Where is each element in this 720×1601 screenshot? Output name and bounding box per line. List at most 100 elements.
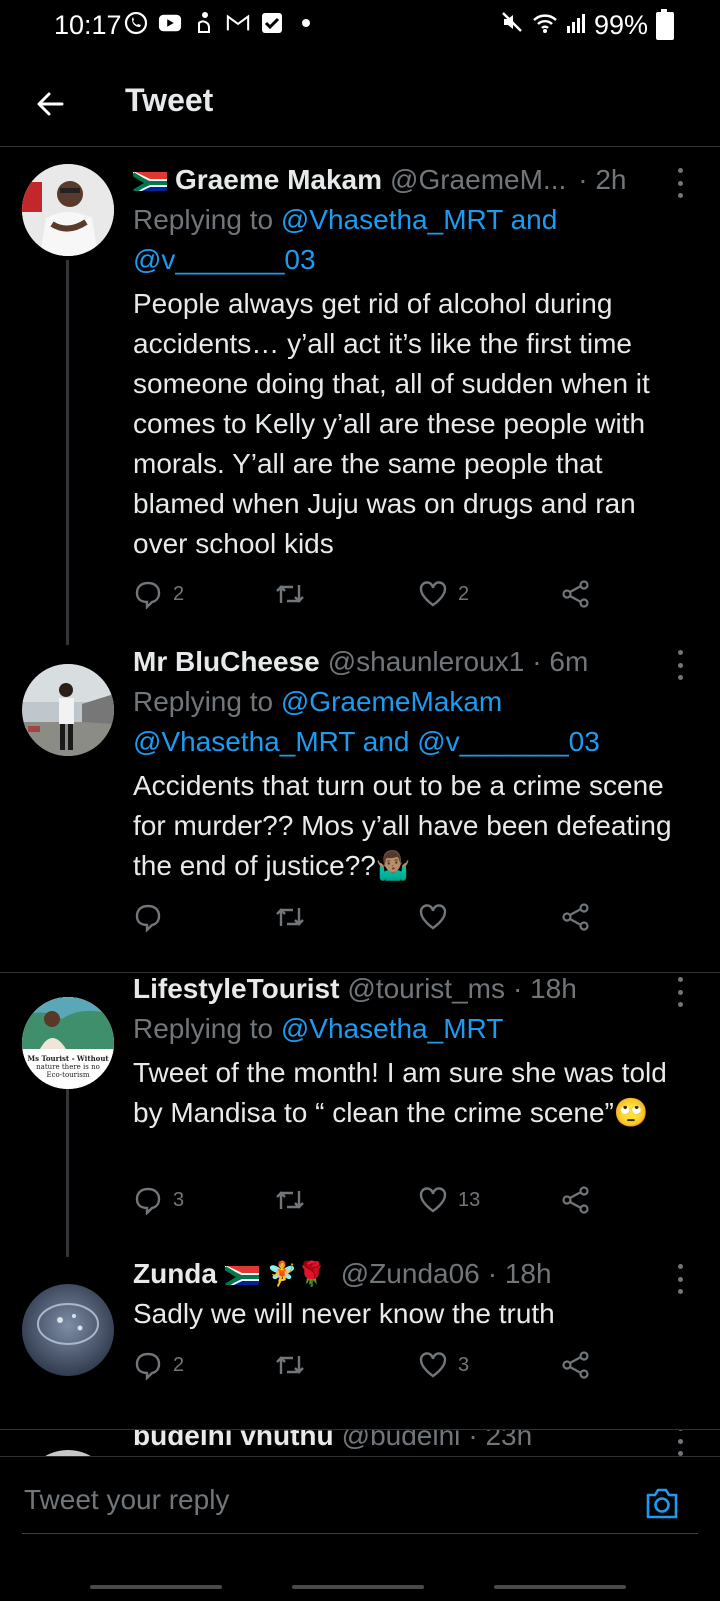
back-button[interactable] <box>28 82 72 126</box>
replying-to-label: Replying to <box>133 686 281 717</box>
page-title: Tweet <box>125 82 214 118</box>
share-icon <box>562 1186 589 1214</box>
retweet-icon <box>276 1356 304 1374</box>
battery-icon <box>656 8 674 40</box>
like-icon <box>419 581 447 607</box>
svg-text:Eco-tourism: Eco-tourism <box>47 1071 90 1079</box>
status-right: 99% <box>500 8 674 41</box>
tweet-actions: 2 2 <box>133 579 603 615</box>
nav-gesture-bar <box>292 1585 424 1589</box>
like-count: 2 <box>458 582 470 605</box>
reply-count: 3 <box>173 1188 185 1211</box>
more-options-button[interactable] <box>674 1430 686 1456</box>
like-button[interactable]: 2 <box>418 579 469 609</box>
gmail-icon <box>226 11 250 35</box>
svg-text:nature there is no: nature there is no <box>36 1063 100 1071</box>
display-name[interactable]: budelhi vhuthu <box>133 1430 334 1452</box>
more-options-button[interactable] <box>674 650 686 680</box>
retweet-button[interactable] <box>273 902 317 932</box>
reply-icon <box>135 1352 161 1380</box>
mention-link[interactable]: @Vhasetha_MRT and @v_______03 <box>133 726 600 757</box>
user-handle[interactable]: @GraemeM... <box>390 164 566 196</box>
share-button[interactable] <box>561 1185 591 1215</box>
south-africa-flag-icon <box>133 169 167 191</box>
like-button[interactable] <box>418 902 458 932</box>
avatar[interactable] <box>22 664 114 756</box>
more-options-button[interactable] <box>674 1264 686 1294</box>
tweet-header: Mr BluCheese @shaunleroux1 · 6m <box>133 646 690 678</box>
south-africa-flag-icon <box>225 1263 259 1285</box>
tweet-actions <box>133 902 603 938</box>
checkbox-icon <box>260 11 284 35</box>
timestamp: · 18h <box>487 1258 552 1289</box>
tweet-content: Mr BluCheese @shaunleroux1 · 6m Replying… <box>133 646 690 886</box>
share-button[interactable] <box>561 1350 591 1380</box>
like-button[interactable]: 3 <box>418 1350 469 1380</box>
youtube-icon <box>158 11 182 35</box>
replying-to-label: Replying to <box>133 1013 281 1044</box>
like-icon <box>419 904 447 930</box>
more-options-button[interactable] <box>674 168 686 198</box>
tweet-content: Zunda 🧚🌹 @Zunda06 · 18h Sadly we will ne… <box>133 1258 690 1334</box>
reply-icon <box>135 581 161 609</box>
user-handle[interactable]: @shaunleroux1 <box>328 646 525 678</box>
timestamp: · 6m <box>532 646 589 677</box>
like-icon <box>419 1352 447 1378</box>
avatar[interactable] <box>22 164 114 256</box>
whatsapp-icon <box>124 11 148 35</box>
retweet-icon <box>276 908 304 926</box>
dot-icon <box>294 11 318 35</box>
nav-gesture-bar <box>494 1585 626 1589</box>
display-name[interactable]: Zunda <box>133 1258 217 1290</box>
tweet[interactable]: budelhi vhuthu @budelhi · 23h <box>0 1430 720 1456</box>
tweet-header: LifestyleTourist @tourist_ms · 18h <box>133 973 690 1005</box>
tweet[interactable]: Ms Tourist - Without nature there is no … <box>0 973 720 1257</box>
person-icon <box>192 11 216 35</box>
retweet-button[interactable] <box>273 1185 317 1215</box>
retweet-button[interactable] <box>273 579 317 609</box>
reply-button[interactable]: 3 <box>133 1185 184 1215</box>
reply-button[interactable] <box>133 902 173 932</box>
replying-to: Replying to @GraemeMakam @Vhasetha_MRT a… <box>133 682 690 762</box>
retweet-button[interactable] <box>273 1350 317 1380</box>
retweet-icon <box>276 1191 304 1209</box>
reply-button[interactable]: 2 <box>133 1350 184 1380</box>
mention-link[interactable]: @Vhasetha_MRT <box>281 1013 503 1044</box>
avatar[interactable] <box>22 1284 114 1376</box>
reply-icon <box>135 904 161 932</box>
display-name[interactable]: Graeme Makam <box>175 164 382 196</box>
header: Tweet <box>0 62 720 147</box>
tweet-content: budelhi vhuthu @budelhi · 23h <box>133 1430 690 1452</box>
user-handle[interactable]: @budelhi <box>342 1430 461 1452</box>
display-name[interactable]: Mr BluCheese <box>133 646 320 678</box>
signal-icon <box>566 10 586 41</box>
replying-to: Replying to @Vhasetha_MRT <box>133 1009 690 1049</box>
reply-input[interactable] <box>22 1483 586 1517</box>
thread-line <box>66 1089 69 1257</box>
battery-level: 99% <box>593 10 648 40</box>
share-button[interactable] <box>561 902 591 932</box>
display-name[interactable]: LifestyleTourist <box>133 973 339 1005</box>
mention-link[interactable]: @v_______03 <box>133 244 316 275</box>
tweet-header: Zunda 🧚🌹 @Zunda06 · 18h <box>133 1258 690 1290</box>
mention-link[interactable]: @Vhasetha_MRT and <box>281 204 557 235</box>
reply-button[interactable]: 2 <box>133 579 184 609</box>
user-handle[interactable]: @tourist_ms <box>347 973 505 1005</box>
camera-button[interactable] <box>642 1483 682 1523</box>
replying-to: Replying to @Vhasetha_MRT and @v_______0… <box>133 200 690 280</box>
tweet-header: budelhi vhuthu @budelhi · 23h <box>133 1430 690 1452</box>
mention-link[interactable]: @GraemeMakam <box>281 686 502 717</box>
share-button[interactable] <box>561 579 591 609</box>
tweet-text: People always get rid of alcohol during … <box>133 288 650 559</box>
like-button[interactable]: 13 <box>418 1185 480 1215</box>
thread-line <box>66 260 69 645</box>
back-arrow-icon <box>37 92 64 116</box>
wifi-icon <box>532 10 558 41</box>
user-handle[interactable]: @Zunda06 <box>341 1258 480 1290</box>
avatar[interactable]: Ms Tourist - Without nature there is no … <box>22 997 114 1089</box>
more-options-button[interactable] <box>674 977 686 1007</box>
tweet[interactable]: Mr BluCheese @shaunleroux1 · 6m Replying… <box>0 642 720 972</box>
tweet[interactable]: Graeme Makam @GraemeM... · 2h Replying t… <box>0 146 720 645</box>
tweet[interactable]: Zunda 🧚🌹 @Zunda06 · 18h Sadly we will ne… <box>0 1254 720 1429</box>
mute-icon <box>500 10 524 41</box>
